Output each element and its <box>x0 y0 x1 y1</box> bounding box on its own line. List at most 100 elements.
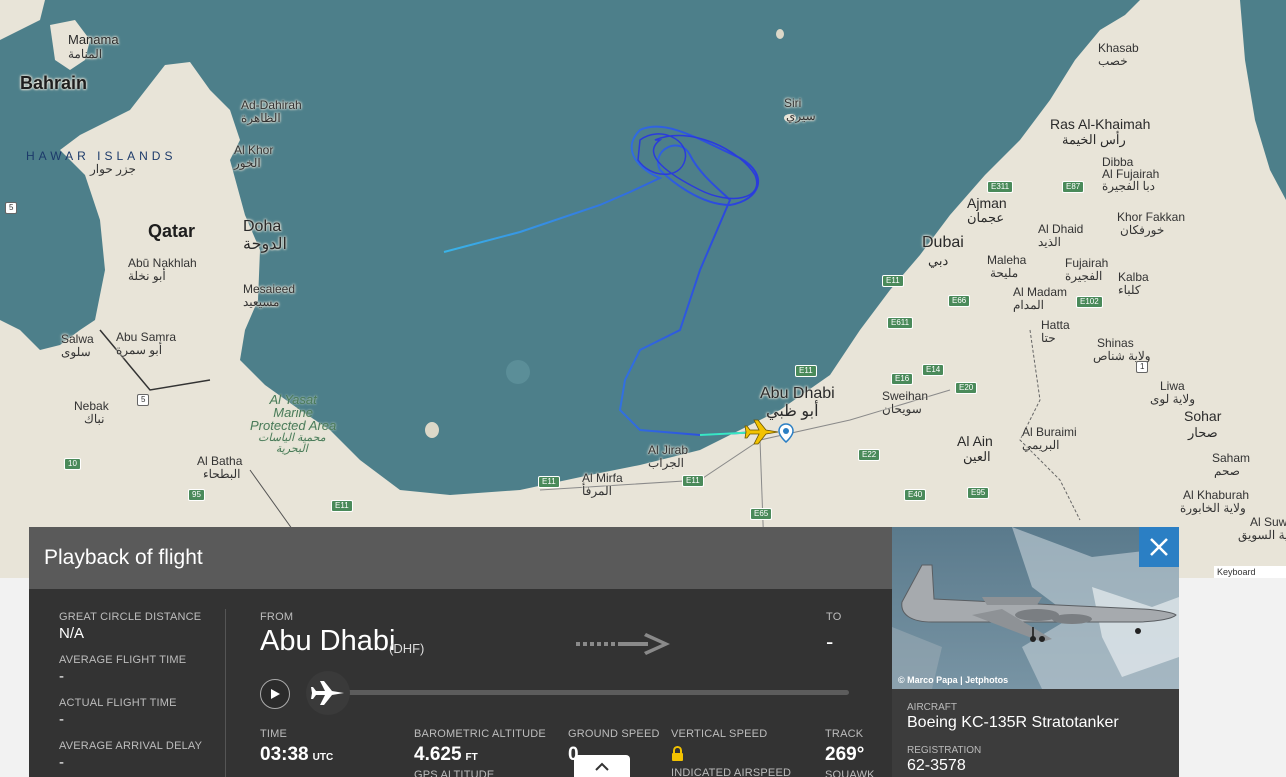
road-shield: E22 <box>858 449 881 461</box>
actual-flight-time-value: - <box>59 711 64 728</box>
map-label-al-buraimi-ar: البريمي <box>1022 438 1060 452</box>
map-label-al-madam-ar: المدام <box>1013 298 1044 312</box>
road-shield: E20 <box>955 382 978 394</box>
collapse-panel-button[interactable] <box>574 755 630 777</box>
gps-altitude-label: GPS ALTITUDE <box>414 769 495 777</box>
map-label-doha-ar: الدوحة <box>243 236 287 253</box>
map-label-khor-fakkan: Khor Fakkan <box>1117 210 1186 224</box>
map-label-salwa-ar: سلوى <box>61 345 91 359</box>
map-label-al-khor-ar: الخور <box>234 156 261 170</box>
map-label-abu-nakhlah: Abū Nakhlah <box>128 256 197 270</box>
route-arrow-icon <box>576 631 672 662</box>
road-shield: 1 <box>1136 361 1149 373</box>
indicated-airspeed-label: INDICATED AIRSPEED <box>671 767 792 777</box>
map-label-dubai: Dubai <box>922 234 964 251</box>
map-label-hawar: HAWAR ISLANDS <box>26 149 177 163</box>
altitude-unit: FT <box>465 752 478 763</box>
barometric-altitude-value: 4.625 FT <box>414 744 478 765</box>
map-label-fujairah: Fujairah <box>1065 256 1109 270</box>
road-shield: 5 <box>5 202 18 214</box>
road-shield: E11 <box>882 275 904 287</box>
to-label: TO <box>826 611 842 623</box>
map-label-shinas: Shinas <box>1097 336 1134 350</box>
aircraft-label: AIRCRAFT <box>907 702 957 713</box>
map-label-khor-fakkan-ar: خورفكان <box>1120 223 1165 237</box>
map-label-ad-dahirah: Ad-Dahirah <box>241 98 302 112</box>
average-flight-time-value: - <box>59 668 64 685</box>
squawk-label: SQUAWK <box>825 769 875 777</box>
map-label-hawar-ar: جزر حوار <box>90 162 136 176</box>
to-value: - <box>826 629 834 654</box>
map-label-sohar-ar: صحار <box>1188 425 1218 440</box>
play-icon <box>271 689 280 699</box>
flight-map[interactable]: Manama المنامة Bahrain HAWAR ISLANDS جزر… <box>0 0 1286 578</box>
chevron-up-icon <box>595 762 609 771</box>
island-small-1 <box>776 29 784 39</box>
road-shield: E95 <box>967 487 990 499</box>
map-label-saham-ar: صحم <box>1214 464 1240 478</box>
map-label-dubai-ar: دبي <box>928 253 949 268</box>
map-label-fujairah-ar: الفجيرة <box>1065 269 1103 283</box>
map-label-al-jirab: Al Jirab <box>648 443 689 457</box>
keyboard-shortcuts-link[interactable]: Keyboard shortcuts <box>1214 566 1286 578</box>
map-label-mesaieed-ar: مسيعيد <box>243 295 280 309</box>
panel-header: Playback of flight <box>29 527 892 589</box>
panel-divider <box>225 609 226 777</box>
map-label-al-batha: Al Batha <box>197 454 243 468</box>
aircraft-photo[interactable]: © Marco Papa | Jetphotos <box>892 527 1179 689</box>
map-label-al-buraimi: Al Buraimi <box>1022 425 1077 439</box>
aircraft-info-panel: © Marco Papa | Jetphotos AIRCRAFT Boeing… <box>892 527 1179 777</box>
map-label-ajman: Ajman <box>967 195 1007 211</box>
map-label-al-mirfa: Al Mirfa <box>582 471 623 485</box>
timeline-handle[interactable] <box>306 671 350 715</box>
road-shield: E65 <box>750 508 773 520</box>
map-label-khasab: Khasab <box>1098 41 1139 55</box>
playback-timeline[interactable] <box>334 690 849 695</box>
aircraft-type-value[interactable]: Boeing KC-135R Stratotanker <box>907 714 1119 732</box>
map-label-sweihan-ar: سويحان <box>882 402 922 416</box>
map-label-al-ain: Al Ain <box>957 433 993 449</box>
great-circle-distance-value: N/A <box>59 625 85 642</box>
map-label-al-mirfa-ar: المرفأ <box>582 484 612 498</box>
map-label-al-khaburah-ar: ولاية الخابورة <box>1180 501 1246 515</box>
ground-speed-label: GROUND SPEED <box>568 728 660 740</box>
average-flight-time-label: AVERAGE FLIGHT TIME <box>59 654 187 666</box>
map-label-ras-al-khaimah: Ras Al-Khaimah <box>1050 116 1151 132</box>
road-shield: E102 <box>1076 296 1103 308</box>
road-shield: E11 <box>538 476 560 488</box>
map-label-nebak: Nebak <box>74 399 109 413</box>
map-label-kalba: Kalba <box>1118 270 1149 284</box>
map-label-al-jirab-ar: الجراب <box>648 456 684 470</box>
shoal <box>506 360 530 384</box>
map-label-mesaieed: Mesaieed <box>243 282 296 296</box>
road-shield: E611 <box>887 317 914 329</box>
registration-value[interactable]: 62-3578 <box>907 757 966 775</box>
map-label-bahrain: Bahrain <box>20 73 88 93</box>
from-label: FROM <box>260 611 294 623</box>
map-label-liwa-ar: ولاية لوى <box>1150 392 1195 406</box>
island-small-2 <box>425 422 439 438</box>
map-label-al-dhaid: Al Dhaid <box>1038 222 1084 236</box>
play-button[interactable] <box>260 679 290 709</box>
road-shield: E66 <box>948 295 971 307</box>
from-city[interactable]: Abu Dhabi <box>260 625 395 658</box>
map-label-kalba-ar: كلباء <box>1118 283 1141 297</box>
map-label-abu-dhabi: Abu Dhabi <box>760 385 835 402</box>
map-label-al-khor: Al Khor <box>234 143 274 157</box>
aircraft-photo-image <box>892 527 1179 689</box>
saudi-coast-top <box>0 0 45 40</box>
map-label-sohar: Sohar <box>1184 408 1222 424</box>
time-unit: UTC <box>312 752 334 763</box>
flight-track <box>443 125 761 437</box>
close-button[interactable] <box>1139 527 1179 567</box>
map-label-siri: Siri <box>784 96 802 110</box>
time-value: 03:38 UTC <box>260 744 334 765</box>
road-shield: E87 <box>1062 181 1085 193</box>
map-label-nebak-ar: نباك <box>84 412 105 426</box>
playback-panel: Playback of flight GREAT CIRCLE DISTANCE… <box>29 527 892 777</box>
track-value: 269° <box>825 744 865 765</box>
map-label-al-ain-ar: العين <box>963 449 991 464</box>
map-label-al-dhaid-ar: الذيد <box>1038 235 1061 249</box>
average-arrival-delay-value: - <box>59 754 64 771</box>
map-label-maleha: Maleha <box>987 253 1027 267</box>
